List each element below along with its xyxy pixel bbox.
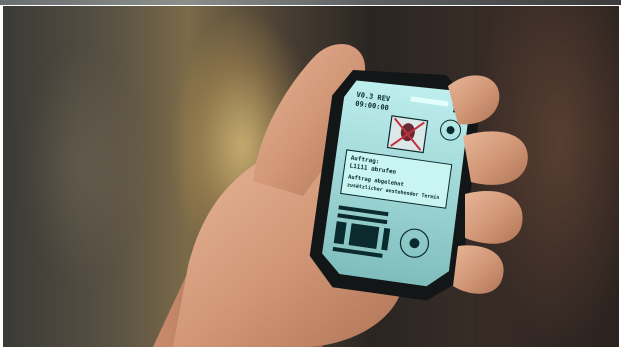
ring-finger	[465, 191, 523, 244]
little-finger	[453, 245, 504, 294]
image-frame: V0.3 REV 09:00:00 ?	[0, 0, 621, 349]
middle-finger	[463, 131, 528, 185]
photo: V0.3 REV 09:00:00 ?	[3, 6, 619, 347]
crossed-out-portrait-icon	[386, 115, 429, 154]
scene: V0.3 REV 09:00:00 ?	[153, 44, 528, 347]
top-strip	[0, 0, 621, 5]
